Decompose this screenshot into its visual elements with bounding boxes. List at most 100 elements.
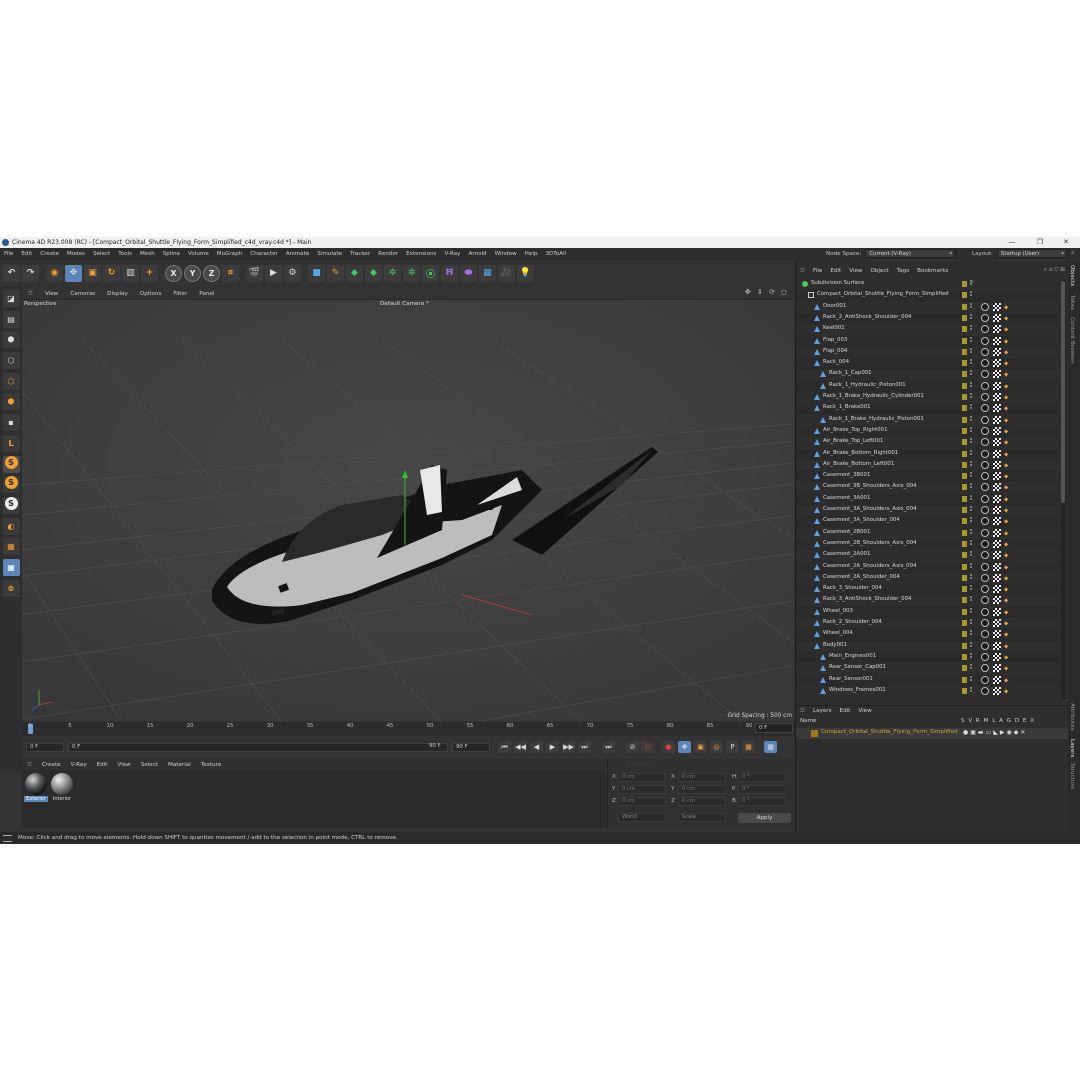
object-row[interactable]: Rack_3_AntiShock_Shoulder_004 ⬥ [796, 595, 1061, 606]
add-button[interactable]: + [141, 264, 158, 282]
object-name[interactable]: Casement_3B_Shoulders_Axis_004 [823, 483, 917, 489]
menu-select[interactable]: Select [89, 251, 114, 257]
visibility-dots[interactable] [970, 641, 973, 650]
phong-tag-icon[interactable] [981, 313, 989, 322]
move-button[interactable]: ✥ [65, 264, 82, 282]
menu-window[interactable]: Window [491, 251, 521, 257]
material-tag-icon[interactable] [993, 641, 1001, 650]
phong-tag-icon[interactable] [981, 528, 989, 537]
om-menu-view[interactable]: View [845, 268, 866, 274]
menu-edit[interactable]: Edit [17, 251, 36, 257]
object-row[interactable]: Air_Brake_Bottom_Left001 ⬥ [796, 460, 1061, 471]
layer-tag-swatch[interactable] [962, 507, 967, 513]
viewport-nav-icons[interactable]: ✥ ⇕ ⟳ ◻ [745, 288, 789, 296]
uvw-tag-icon[interactable]: ⬥ [1004, 383, 1008, 391]
object-name[interactable]: Casement_2B_Shoulders_Axis_004 [823, 540, 917, 546]
layer-tag-swatch[interactable] [962, 687, 967, 694]
visibility-dots[interactable] [970, 438, 973, 446]
visibility-dots[interactable] [970, 562, 973, 571]
layer-tag-swatch[interactable] [962, 563, 967, 570]
material-tag-icon[interactable] [993, 573, 1001, 582]
size-mode-dropdown[interactable]: Scale [678, 813, 726, 822]
uvw-tag-icon[interactable]: ⬥ [1004, 620, 1008, 628]
object-name[interactable]: Casement_3A_Shoulder_004 [823, 517, 900, 523]
object-row[interactable]: Rack_1_Brake_Hydraulic_Cylinder001 ⬥ [796, 392, 1061, 403]
layer-flag-icons[interactable]: ●▣▬▭◣▶◉◆✕ [963, 729, 1027, 736]
layer-tag-swatch[interactable] [962, 653, 967, 660]
uvw-tag-icon[interactable]: ⬥ [1004, 643, 1008, 651]
material-menu-select[interactable]: Select [136, 762, 163, 768]
menu-3dtoall[interactable]: 3DToAll [541, 251, 570, 257]
undo-button[interactable]: ↶ [3, 264, 20, 282]
uvw-tag-icon[interactable]: ⬥ [1004, 665, 1008, 673]
scale-button[interactable]: ▣ [84, 264, 101, 282]
record-active-button[interactable]: ⊙ [641, 741, 654, 753]
object-name[interactable]: Windows_Frames001 [829, 687, 886, 693]
object-name[interactable]: Main_Engines001 [829, 653, 876, 659]
material-tag-icon[interactable] [993, 506, 1001, 514]
object-row[interactable]: Casement_2B_Shoulders_Axis_004 ⬥ [796, 538, 1061, 551]
object-name[interactable]: Rack_2_Shoulder_004 [823, 619, 882, 625]
material-tag-icon[interactable] [993, 652, 1001, 661]
phong-tag-icon[interactable] [981, 596, 989, 605]
min-frame-field[interactable]: 0 F [68, 743, 448, 752]
material-tag-icon[interactable] [993, 325, 1001, 334]
layer-tag-swatch[interactable] [962, 326, 967, 333]
layer-tag-swatch[interactable] [962, 427, 967, 434]
tab-content-browser[interactable]: Content Browser [1069, 317, 1075, 364]
material-tag-icon[interactable] [993, 404, 1001, 413]
uvw-tag-icon[interactable]: ⬥ [1004, 631, 1008, 639]
menu-modes[interactable]: Modes [63, 251, 89, 257]
visibility-dots[interactable] [970, 630, 973, 638]
object-row[interactable]: Casement_2B001 ⬥ [796, 528, 1061, 539]
pos-z-field[interactable]: 0 cm [618, 797, 666, 806]
object-name[interactable]: Rack_1_Brake_Hydraulic_Piston001 [829, 416, 924, 422]
phong-tag-icon[interactable] [981, 585, 989, 594]
layer-tag-swatch[interactable] [962, 360, 967, 367]
material-tag-icon[interactable] [993, 528, 1001, 537]
om-search-icon[interactable]: ⌕ ⌂ ▽ ⊞ [1040, 267, 1069, 274]
viewport-menu-filter[interactable]: Filter [167, 291, 193, 297]
enabled-check-icon[interactable]: ✓ [970, 279, 975, 286]
edges-mode-button[interactable]: ⬡ [2, 372, 20, 390]
material-tag-icon[interactable] [993, 438, 1001, 447]
layer-row[interactable]: Compact_Orbital_Shuttle_Flying_Form_Simp… [796, 728, 1069, 739]
object-name[interactable]: Casement_2A001 [823, 551, 870, 557]
object-name[interactable]: Rack_2_AntiShock_Shoulder_004 [823, 314, 911, 320]
uvw-tag-icon[interactable]: ⬥ [1004, 507, 1008, 515]
menu-render[interactable]: Render [374, 251, 402, 257]
menu-simulate[interactable]: Simulate [313, 251, 346, 257]
layer-menu-icon[interactable]: ☰ [796, 708, 809, 714]
material-menu-texture[interactable]: Texture [196, 762, 226, 768]
layer-tag-swatch[interactable] [962, 552, 967, 559]
node-space-dropdown[interactable]: Current (V-Ray) [865, 249, 956, 258]
rot-h-field[interactable]: 0 ° [738, 773, 786, 782]
object-name[interactable]: Air_Brake_Bottom_Left001 [823, 461, 894, 467]
object-name[interactable]: Casement_3A_Shoulders_Axis_004 [823, 506, 916, 512]
layer-tag-swatch[interactable] [962, 348, 967, 355]
object-row[interactable]: Keel001 ⬥ [796, 324, 1061, 335]
current-frame-field[interactable]: 0 F [755, 723, 793, 733]
material-tag-icon[interactable] [993, 359, 1001, 368]
menu-arnold[interactable]: Arnold [465, 251, 491, 257]
object-name[interactable]: Rack_3_AntiShock_Shoulder_004 [823, 596, 911, 602]
tab-objects[interactable]: Objects [1069, 265, 1075, 286]
uvw-tag-icon[interactable]: ⬥ [1004, 405, 1008, 413]
material-tag-icon[interactable] [993, 619, 1001, 627]
viewport-menu-view[interactable]: View [39, 291, 64, 297]
material-tag-icon[interactable] [993, 607, 1001, 616]
material-tag-icon[interactable] [993, 426, 1001, 435]
phong-tag-icon[interactable] [981, 336, 989, 345]
object-row[interactable]: Casement_3A_Shoulder_004 ⬥ [796, 516, 1061, 528]
uvw-tag-icon[interactable]: ⬥ [1004, 394, 1008, 402]
phong-tag-icon[interactable] [981, 607, 989, 616]
material-tag-icon[interactable] [993, 630, 1001, 639]
visibility-dots[interactable] [970, 381, 973, 390]
model-mode-button[interactable]: ⬢ [2, 331, 20, 349]
phong-tag-icon[interactable] [981, 426, 989, 435]
material-tag-icon[interactable] [993, 483, 1001, 492]
object-name[interactable]: Wheel_004 [823, 630, 853, 636]
phong-tag-icon[interactable] [981, 483, 989, 492]
points-mode-button[interactable]: ⬡ [2, 352, 20, 370]
uvw-tag-icon[interactable]: ⬥ [1004, 677, 1008, 685]
